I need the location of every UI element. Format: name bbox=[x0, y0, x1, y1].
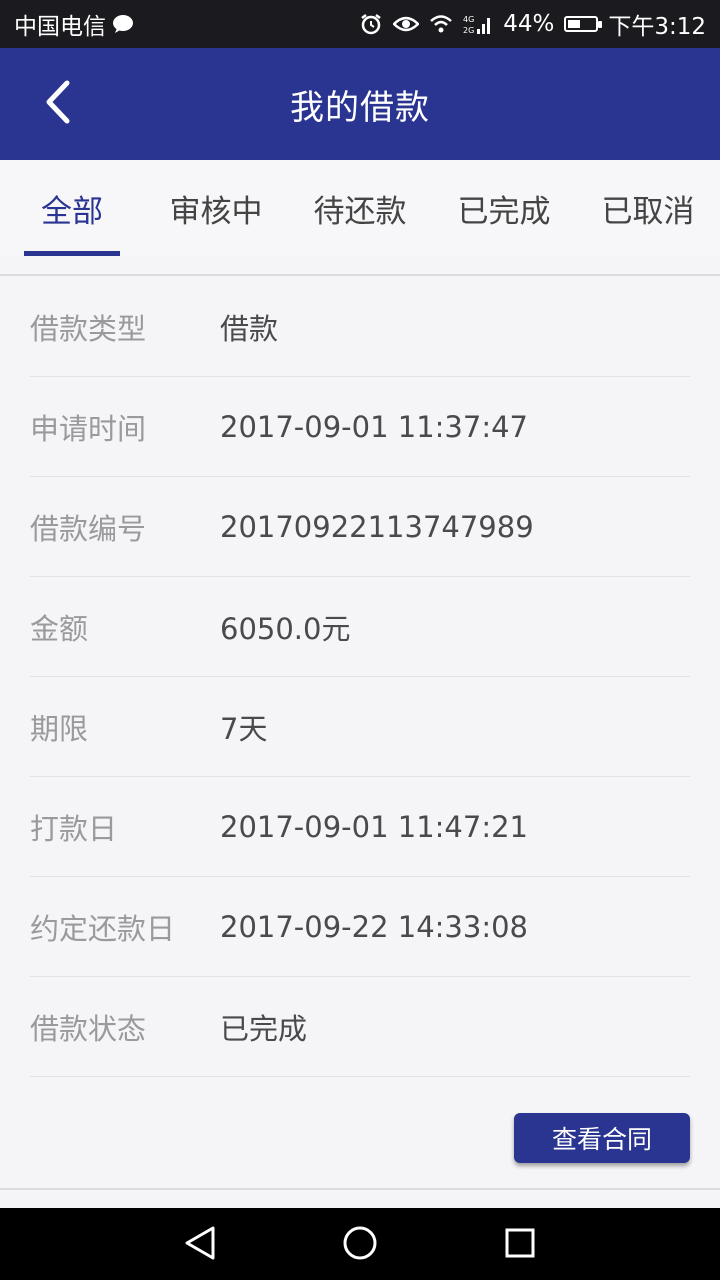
view-contract-button[interactable]: 查看合同 bbox=[514, 1113, 690, 1163]
nav-recents-button[interactable] bbox=[497, 1222, 543, 1268]
loan-detail-card: 借款类型 借款 申请时间 2017-09-01 11:37:47 借款编号 20… bbox=[30, 277, 690, 1077]
home-circle-icon bbox=[342, 1225, 378, 1265]
detail-label: 约定还款日 bbox=[30, 911, 176, 946]
detail-value: 6050.0元 bbox=[220, 611, 351, 646]
battery-percent: 44% bbox=[503, 11, 555, 37]
chat-bubble-icon bbox=[112, 14, 134, 34]
detail-row-disbursement-date: 打款日 2017-09-01 11:47:21 bbox=[30, 777, 690, 877]
tab-pending-repayment[interactable]: 待还款 bbox=[288, 160, 432, 256]
recents-square-icon bbox=[504, 1227, 536, 1263]
back-triangle-icon bbox=[183, 1225, 217, 1265]
detail-value: 2017-09-01 11:37:47 bbox=[220, 409, 528, 444]
wifi-icon bbox=[429, 14, 453, 34]
detail-row-due-date: 约定还款日 2017-09-22 14:33:08 bbox=[30, 877, 690, 977]
nav-home-button[interactable] bbox=[337, 1222, 383, 1268]
detail-label: 期限 bbox=[30, 711, 89, 746]
detail-label: 借款状态 bbox=[30, 1011, 147, 1046]
alarm-icon bbox=[359, 12, 383, 36]
detail-row-term: 期限 7天 bbox=[30, 677, 690, 777]
tab-under-review[interactable]: 审核中 bbox=[144, 160, 288, 256]
detail-label: 打款日 bbox=[30, 811, 118, 846]
detail-row-apply-time: 申请时间 2017-09-01 11:37:47 bbox=[30, 377, 690, 477]
battery-level bbox=[568, 20, 580, 28]
detail-row-loan-type: 借款类型 借款 bbox=[30, 277, 690, 377]
detail-value: 7天 bbox=[220, 711, 268, 746]
battery-icon bbox=[564, 16, 603, 32]
clock: 下午3:12 bbox=[608, 14, 706, 40]
tab-completed[interactable]: 已完成 bbox=[432, 160, 576, 256]
detail-label: 借款编号 bbox=[30, 511, 147, 546]
detail-value: 20170922113747989 bbox=[220, 509, 534, 544]
detail-value: 借款 bbox=[220, 311, 279, 346]
detail-row-amount: 金额 6050.0元 bbox=[30, 577, 690, 677]
status-bar: 中国电信 4G 2G 44% 下午3:12 bbox=[0, 0, 720, 48]
detail-value: 2017-09-01 11:47:21 bbox=[220, 809, 528, 844]
detail-label: 借款类型 bbox=[30, 311, 147, 346]
detail-value: 2017-09-22 14:33:08 bbox=[220, 909, 528, 944]
detail-label: 申请时间 bbox=[30, 411, 147, 446]
detail-label: 金额 bbox=[30, 611, 89, 646]
eye-icon bbox=[393, 14, 420, 34]
page-title: 我的借款 bbox=[290, 87, 430, 128]
signal-icon: 4G 2G bbox=[463, 13, 493, 35]
svg-text:2G: 2G bbox=[463, 26, 474, 35]
svg-text:4G: 4G bbox=[463, 15, 474, 24]
tabs-divider bbox=[0, 274, 720, 276]
back-button[interactable] bbox=[26, 72, 90, 136]
app-header: 我的借款 bbox=[0, 48, 720, 160]
carrier-name: 中国电信 bbox=[14, 14, 106, 40]
detail-row-loan-number: 借款编号 20170922113747989 bbox=[30, 477, 690, 577]
system-nav-bar bbox=[0, 1208, 720, 1280]
detail-value: 已完成 bbox=[220, 1011, 308, 1046]
tab-all[interactable]: 全部 bbox=[0, 160, 144, 256]
chevron-left-icon bbox=[43, 79, 73, 129]
bottom-divider bbox=[0, 1188, 720, 1190]
tab-cancelled[interactable]: 已取消 bbox=[576, 160, 720, 256]
nav-back-button[interactable] bbox=[177, 1222, 223, 1268]
status-tabs: 全部 审核中 待还款 已完成 已取消 bbox=[0, 160, 720, 256]
detail-row-loan-status: 借款状态 已完成 bbox=[30, 977, 690, 1077]
